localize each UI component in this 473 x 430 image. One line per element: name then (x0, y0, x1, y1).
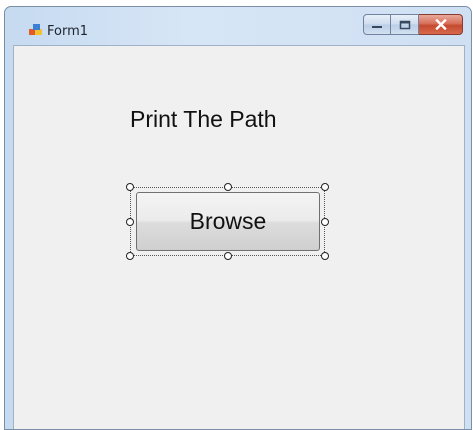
resize-handle-bottom-right[interactable] (321, 252, 329, 260)
minimize-icon (372, 25, 382, 28)
resize-handle-bottom-left[interactable] (126, 252, 134, 260)
browse-button[interactable]: Browse (136, 192, 320, 251)
window-title: Form1 (47, 24, 89, 39)
caption-buttons (363, 14, 463, 36)
resize-handle-top-right[interactable] (321, 183, 329, 191)
resize-handle-right[interactable] (321, 218, 329, 226)
form-client-area: Print The Path Browse (13, 45, 465, 429)
path-label: Print The Path (130, 106, 277, 132)
close-button[interactable] (419, 14, 463, 35)
maximize-icon (399, 20, 410, 29)
title-bar[interactable]: Form1 (5, 7, 471, 45)
close-icon (434, 19, 447, 30)
maximize-button[interactable] (391, 14, 419, 35)
form1-window: Form1 Print The Path Browse (4, 6, 472, 430)
resize-handle-bottom[interactable] (224, 252, 232, 260)
resize-handle-top[interactable] (224, 183, 232, 191)
winforms-app-icon (29, 24, 42, 35)
minimize-button[interactable] (363, 14, 391, 35)
resize-handle-top-left[interactable] (126, 183, 134, 191)
resize-handle-left[interactable] (126, 218, 134, 226)
